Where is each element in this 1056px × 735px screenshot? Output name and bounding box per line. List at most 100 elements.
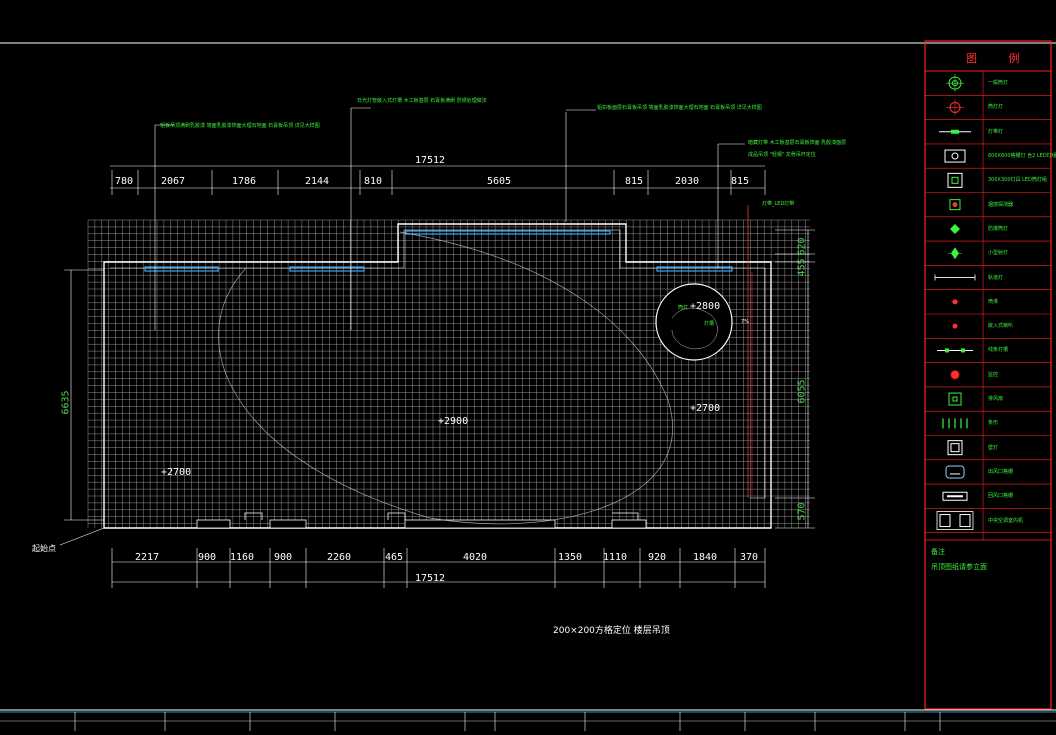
legend-label-9: 喷淋 — [988, 298, 999, 305]
bottom-dim-6: 4020 — [462, 552, 488, 563]
legend-label-5: 烟感探测器 — [988, 201, 1014, 208]
bottom-total-dim: 17512 — [414, 573, 446, 584]
bottom-dim-10: 1840 — [692, 552, 718, 563]
vertical-bars-symbol-icon — [942, 418, 968, 429]
legend-label-13: 排风扇 — [988, 396, 1004, 403]
grille-light-symbol-icon — [944, 149, 966, 163]
cad-drawing: 铝板吊顶满刷乳胶漆 墙面乳胶漆饰面大理石地面 石膏板吊顶 详见大样图 日光灯管嵌… — [0, 0, 1056, 731]
top-total-dim: 17512 — [414, 155, 446, 166]
legend-label-11: 线条灯槽 — [988, 347, 1009, 354]
bottom-dim-3: 900 — [273, 552, 293, 563]
top-dim-5: 5605 — [486, 176, 512, 187]
side-label-3: 灯带_LED灯带 — [762, 201, 795, 207]
note-5: 成品吊顶 "轻钢" 龙骨吊杆定位 — [748, 152, 816, 158]
note-3: 铝扣板面层石膏板吊顶 墙面乳胶漆饰面大理石地面 石膏板吊顶 详见大样图 — [597, 105, 762, 111]
note-1: 铝板吊顶满刷乳胶漆 墙面乳胶漆饰面大理石地面 石膏板吊顶 详见大样图 — [160, 123, 320, 129]
ceiling-height-left: +2700 — [161, 467, 192, 478]
bottom-dim-0: 2217 — [134, 552, 160, 563]
remark-title: 备注 — [931, 548, 945, 556]
note-2: 日光灯管嵌入式灯槽 木工板基层 石膏板满刷 防锈处理做法 — [357, 98, 487, 104]
bottom-dim-1: 900 — [197, 552, 217, 563]
legend-label-0: 一般筒灯 — [988, 80, 1009, 87]
ceiling-height-center: +2900 — [438, 416, 469, 427]
top-dim-0: 780 — [114, 176, 134, 187]
legend-label-2: 灯带灯 — [988, 128, 1004, 135]
top-dim-6: 815 — [624, 176, 644, 187]
note-4: 暗藏灯带 木工板基层石膏板饰面 乳胶漆面层 — [748, 140, 847, 146]
red-dot-small-symbol-icon — [952, 323, 958, 329]
side-label-0: 筒灯 — [678, 305, 689, 311]
right-dim-0: 455 — [796, 258, 808, 277]
legend-label-3: 600X600格栅灯 含2 LED灯组合 — [988, 153, 1056, 160]
bottom-dim-4: 2260 — [326, 552, 352, 563]
grid-mask-bottom — [80, 528, 820, 540]
red-square-symbol-icon — [949, 199, 961, 211]
side-label-1: 灯槽 — [704, 321, 715, 327]
ceiling-height-circle: +2800 — [690, 301, 721, 312]
legend-label-7: 小型射灯 — [988, 250, 1009, 257]
legend-title: 图 例 — [966, 52, 1034, 65]
square-light-symbol-icon — [947, 172, 963, 188]
legend-label-4: 300X300灯具 LED筒灯组 — [988, 177, 1047, 184]
top-dim-1: 2067 — [160, 176, 186, 187]
top-dim-3: 2144 — [304, 176, 330, 187]
legend-label-16: 出风口格栅 — [988, 468, 1014, 475]
ceiling-plan-svg — [0, 40, 1056, 731]
circular-ceiling-feature — [655, 283, 733, 361]
left-height-dim: 6635 — [60, 390, 72, 415]
right-dim-1: 620 — [796, 237, 808, 256]
right-dim-2: 6055 — [796, 379, 808, 404]
red-circle-symbol-icon — [950, 369, 960, 380]
bottom-dim-8: 1110 — [602, 552, 628, 563]
legend-label-18: 中央空调室内机 — [988, 517, 1024, 524]
title-block-lines — [0, 712, 1056, 731]
return-air-symbol-icon — [942, 491, 968, 501]
remark-body: 吊顶图纸请参立面 — [931, 563, 987, 571]
light-trough-1 — [289, 266, 365, 272]
legend-label-17: 回风口格栅 — [988, 493, 1014, 500]
door-opening-1 — [269, 519, 307, 529]
bottom-dim-11: 370 — [739, 552, 759, 563]
legend-label-1: 筒灯灯 — [988, 104, 1004, 111]
cross-diamond-symbol-icon — [948, 247, 962, 260]
bottom-dim-5: 465 — [384, 552, 404, 563]
bottom-dim-2: 1160 — [229, 552, 255, 563]
grid-lines — [87, 219, 810, 528]
diamond-symbol-icon — [950, 223, 960, 234]
bottom-dim-9: 920 — [647, 552, 667, 563]
door-opening-0 — [196, 519, 231, 529]
downlight-symbol-icon — [946, 99, 964, 116]
bar-light-symbol-icon — [937, 348, 973, 353]
legend-label-6: 防爆筒灯 — [988, 225, 1009, 232]
top-dim-8: 815 — [730, 176, 750, 187]
ac-unit-symbol-icon — [936, 511, 974, 530]
spotlight-symbol-icon — [946, 74, 964, 93]
ceiling-height-right: +2700 — [690, 403, 721, 414]
light-trough-2 — [405, 230, 611, 235]
bottom-dim-7: 1350 — [557, 552, 583, 563]
door-opening-3 — [611, 519, 647, 529]
track-line-symbol-icon — [934, 274, 976, 281]
legend-label-14: 条形 — [988, 420, 999, 427]
right-dim-3: 570 — [796, 502, 808, 521]
side-label-2: 7% — [741, 319, 749, 325]
legend-label-8: 轨道灯 — [988, 274, 1004, 281]
curved-ceiling-feature — [218, 231, 673, 525]
plan-caption: 200×200方格定位 楼层吊顶 — [553, 626, 670, 636]
top-dim-7: 2030 — [674, 176, 700, 187]
legend-label-15: 壁灯 — [988, 444, 999, 451]
light-trough-3 — [656, 266, 733, 272]
legend-label-10: 嵌入式喇叭 — [988, 323, 1014, 330]
top-dim-2: 1786 — [231, 176, 257, 187]
plan-walls — [103, 205, 772, 529]
vent-square-symbol-icon — [948, 392, 962, 406]
linear-light-symbol-icon — [939, 129, 971, 134]
top-dim-4: 810 — [363, 176, 383, 187]
nested-square-symbol-icon — [947, 440, 963, 456]
legend-label-12: 监控 — [988, 371, 999, 378]
door-opening-2 — [404, 519, 556, 529]
start-point-label: 起始点 — [32, 544, 56, 553]
light-trough-0 — [144, 266, 219, 272]
rounded-rect-symbol-icon — [945, 465, 965, 479]
red-dot-symbol-icon — [951, 299, 959, 305]
